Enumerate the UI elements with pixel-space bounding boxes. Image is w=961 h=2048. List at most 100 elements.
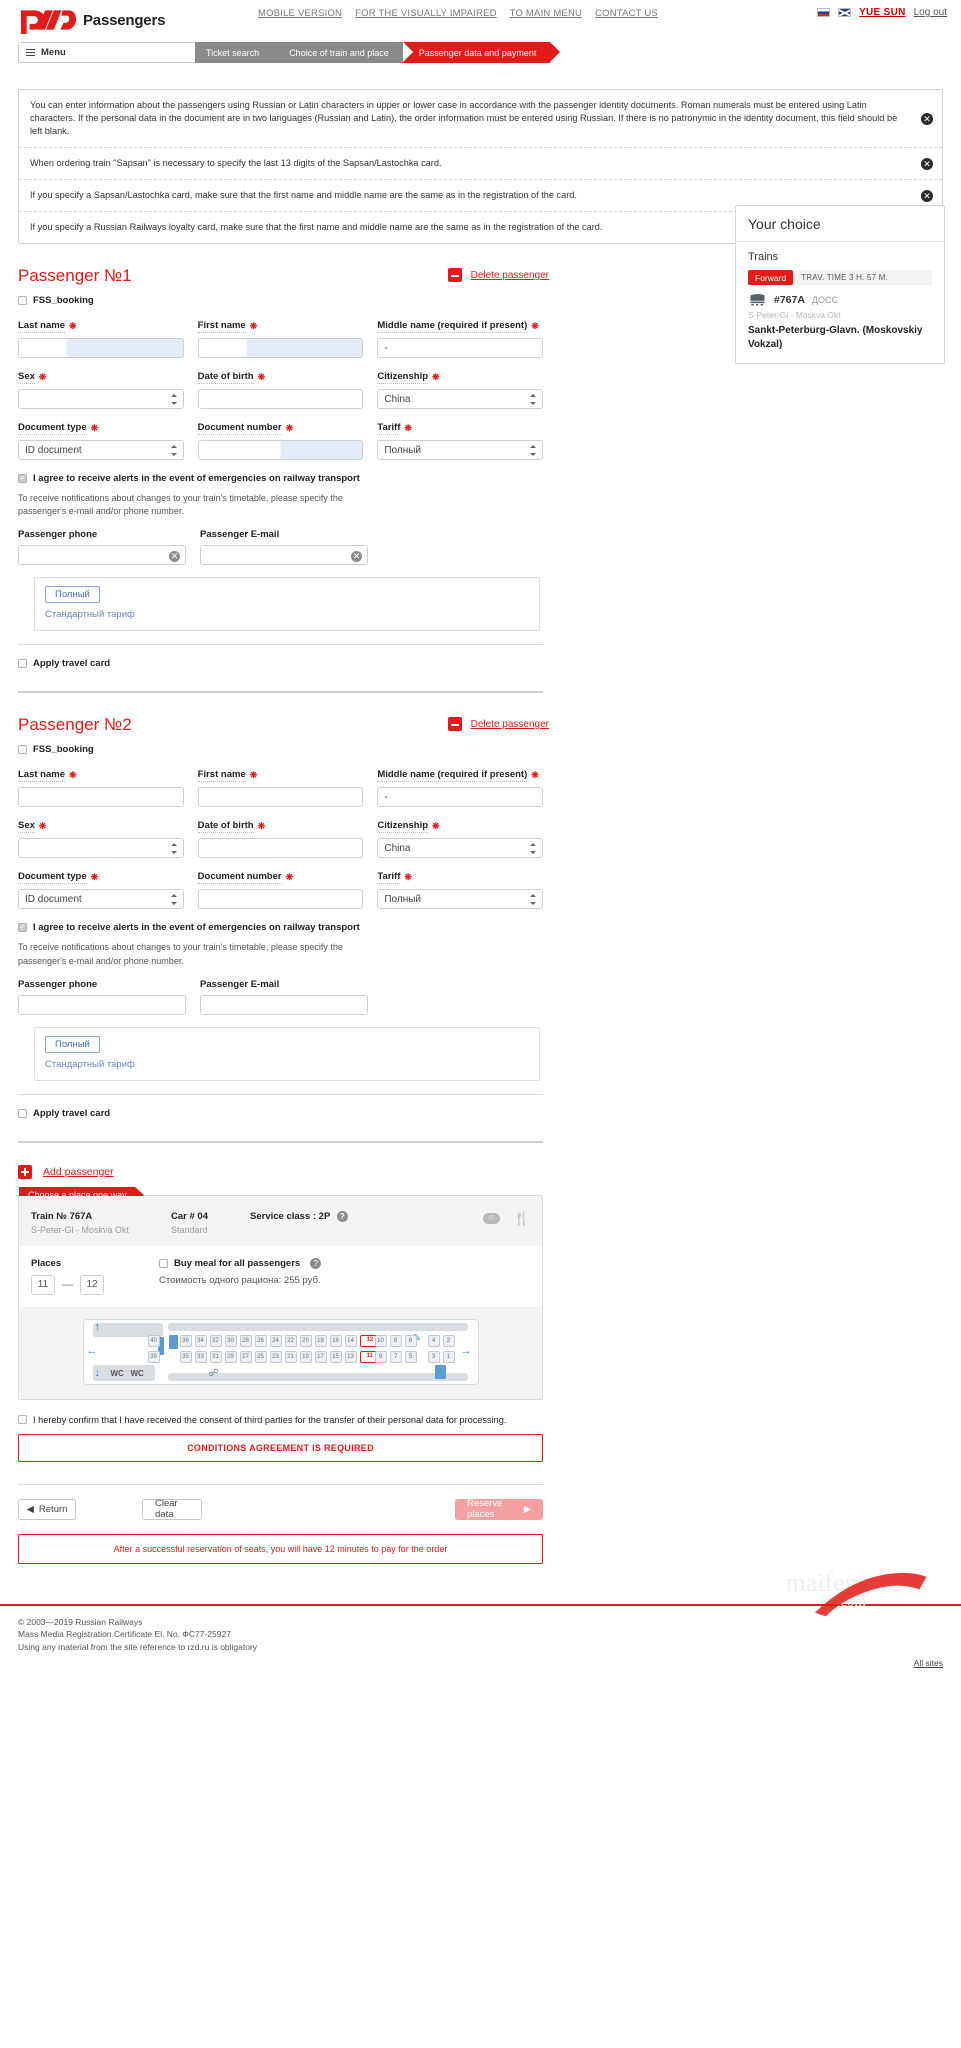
alerts-row[interactable]: I agree to receive alerts in the event o… xyxy=(18,922,543,933)
seat[interactable]: 3 xyxy=(427,1350,440,1363)
seat[interactable]: 16 xyxy=(329,1334,342,1347)
en-flag-icon[interactable] xyxy=(838,8,852,17)
seat[interactable]: 17 xyxy=(314,1350,327,1363)
doc-number-input[interactable] xyxy=(197,440,364,461)
seat[interactable]: 4 xyxy=(427,1334,440,1347)
seat[interactable]: 7 xyxy=(389,1350,402,1363)
seat[interactable]: 29 xyxy=(224,1350,237,1363)
ru-flag-icon[interactable] xyxy=(817,8,831,17)
phone-input[interactable] xyxy=(18,545,186,566)
seat[interactable]: 27 xyxy=(239,1350,252,1363)
seat[interactable]: 26 xyxy=(254,1334,267,1347)
delete-passenger-button[interactable]: Delete passenger xyxy=(471,719,549,730)
last-name-input[interactable] xyxy=(18,338,184,359)
seat[interactable]: 22 xyxy=(284,1334,297,1347)
link-contact-us[interactable]: CONTACT US xyxy=(595,8,658,19)
clear-data-button[interactable]: Clear data xyxy=(142,1498,202,1520)
plus-icon[interactable] xyxy=(18,1164,32,1179)
seat[interactable]: 6 xyxy=(404,1334,417,1347)
seat[interactable]: 24 xyxy=(269,1334,282,1347)
phone-input[interactable] xyxy=(18,994,186,1015)
seat[interactable]: 20 xyxy=(299,1334,312,1347)
doc-type-select[interactable]: ID document xyxy=(18,889,184,910)
seat[interactable]: 10 xyxy=(374,1334,387,1347)
seat[interactable]: 28 xyxy=(239,1334,252,1347)
seat[interactable]: 33 xyxy=(194,1350,207,1363)
first-name-input[interactable] xyxy=(197,787,364,808)
seat[interactable]: 35 xyxy=(179,1350,192,1363)
sex-select[interactable] xyxy=(18,838,184,859)
consent-checkbox[interactable] xyxy=(18,1415,27,1425)
add-passenger-row[interactable]: Add passenger xyxy=(18,1164,943,1179)
last-name-input[interactable] xyxy=(18,787,184,808)
rzd-logo[interactable]: Passengers xyxy=(18,6,165,34)
seat[interactable]: 32 xyxy=(209,1334,222,1347)
tariff-select[interactable]: Полный xyxy=(377,889,544,910)
seat[interactable]: 14 xyxy=(344,1334,357,1347)
seat[interactable]: 2 xyxy=(442,1334,455,1347)
doc-number-input[interactable] xyxy=(197,889,364,910)
step-ticket-search[interactable]: Ticket search xyxy=(195,42,284,63)
link-visually-impaired[interactable]: FOR THE VISUALLY IMPAIRED xyxy=(355,8,497,19)
seat[interactable]: 39 xyxy=(147,1350,160,1363)
travel-card-row[interactable]: Apply travel card xyxy=(18,658,543,669)
seat[interactable]: 19 xyxy=(299,1350,312,1363)
travel-card-row[interactable]: Apply travel card xyxy=(18,1108,543,1119)
tariff-chip[interactable]: Полный xyxy=(45,586,100,604)
citizenship-select[interactable]: China xyxy=(377,389,544,410)
middle-name-input[interactable] xyxy=(377,787,544,808)
doc-type-select[interactable]: ID document xyxy=(18,440,184,461)
close-icon[interactable]: ✕ xyxy=(921,157,933,170)
buy-meal-checkbox[interactable] xyxy=(159,1258,168,1268)
middle-name-input[interactable] xyxy=(377,338,544,359)
seat[interactable]: 13 xyxy=(344,1350,357,1363)
tariff-chip[interactable]: Полный xyxy=(45,1035,100,1053)
place-from-box[interactable]: 11 xyxy=(31,1274,55,1295)
seat[interactable]: 15 xyxy=(329,1350,342,1363)
alerts-checkbox[interactable] xyxy=(18,922,27,933)
link-mobile-version[interactable]: MOBILE VERSION xyxy=(258,8,342,19)
car-seatmap[interactable]: ↑ ↓ ← → WC WC ☍ ✎ 36 34 32 30 28 26 24 2… xyxy=(82,1318,479,1385)
step-choice-of-train[interactable]: Choice of train and place xyxy=(273,42,413,63)
seat[interactable]: 1 xyxy=(442,1350,455,1363)
step-passenger-data[interactable]: Passenger data and payment xyxy=(402,42,560,63)
add-passenger-button[interactable]: Add passenger xyxy=(43,1166,114,1178)
fss-booking-checkbox[interactable] xyxy=(18,745,27,755)
delete-passenger-button[interactable]: Delete passenger xyxy=(471,270,549,281)
seat[interactable]: 30 xyxy=(224,1334,237,1347)
sex-select[interactable] xyxy=(18,389,184,410)
seat[interactable]: 36 xyxy=(179,1334,192,1347)
minus-icon[interactable] xyxy=(447,717,462,732)
email-input[interactable] xyxy=(200,545,368,566)
fss-booking-row[interactable]: FSS_booking xyxy=(18,744,543,755)
help-icon[interactable]: ? xyxy=(310,1257,322,1269)
help-icon[interactable]: ? xyxy=(336,1210,348,1222)
citizenship-select[interactable]: China xyxy=(377,838,544,859)
all-sites-link[interactable]: All sites xyxy=(914,1658,943,1668)
alerts-row[interactable]: I agree to receive alerts in the event o… xyxy=(18,473,543,484)
travel-card-checkbox[interactable] xyxy=(18,659,27,669)
email-input[interactable] xyxy=(200,994,368,1015)
minus-icon[interactable] xyxy=(447,268,462,283)
logout-link[interactable]: Log out xyxy=(914,7,947,18)
dob-input[interactable] xyxy=(197,838,364,859)
link-main-menu[interactable]: TO MAIN MENU xyxy=(510,8,582,19)
seat[interactable]: 8 xyxy=(389,1334,402,1347)
fss-booking-row[interactable]: FSS_booking xyxy=(18,295,543,306)
return-button[interactable]: ◀ Return xyxy=(18,1498,76,1520)
seat[interactable]: 31 xyxy=(209,1350,222,1363)
dob-input[interactable] xyxy=(197,389,364,410)
seat[interactable]: 5 xyxy=(404,1350,417,1363)
travel-card-checkbox[interactable] xyxy=(18,1108,27,1118)
seat[interactable]: 18 xyxy=(314,1334,327,1347)
seat[interactable]: 9 xyxy=(374,1350,387,1363)
first-name-input[interactable] xyxy=(197,338,364,359)
place-to-box[interactable]: 12 xyxy=(80,1274,104,1295)
menu-button[interactable]: Menu xyxy=(18,42,200,63)
meal-row[interactable]: Buy meal for all passengers ? xyxy=(159,1257,322,1269)
user-name[interactable]: YUE SUN xyxy=(859,7,906,18)
seat[interactable]: 40 xyxy=(147,1334,160,1347)
fss-booking-checkbox[interactable] xyxy=(18,296,27,306)
close-icon[interactable]: ✕ xyxy=(921,112,933,125)
seat[interactable]: 34 xyxy=(194,1334,207,1347)
